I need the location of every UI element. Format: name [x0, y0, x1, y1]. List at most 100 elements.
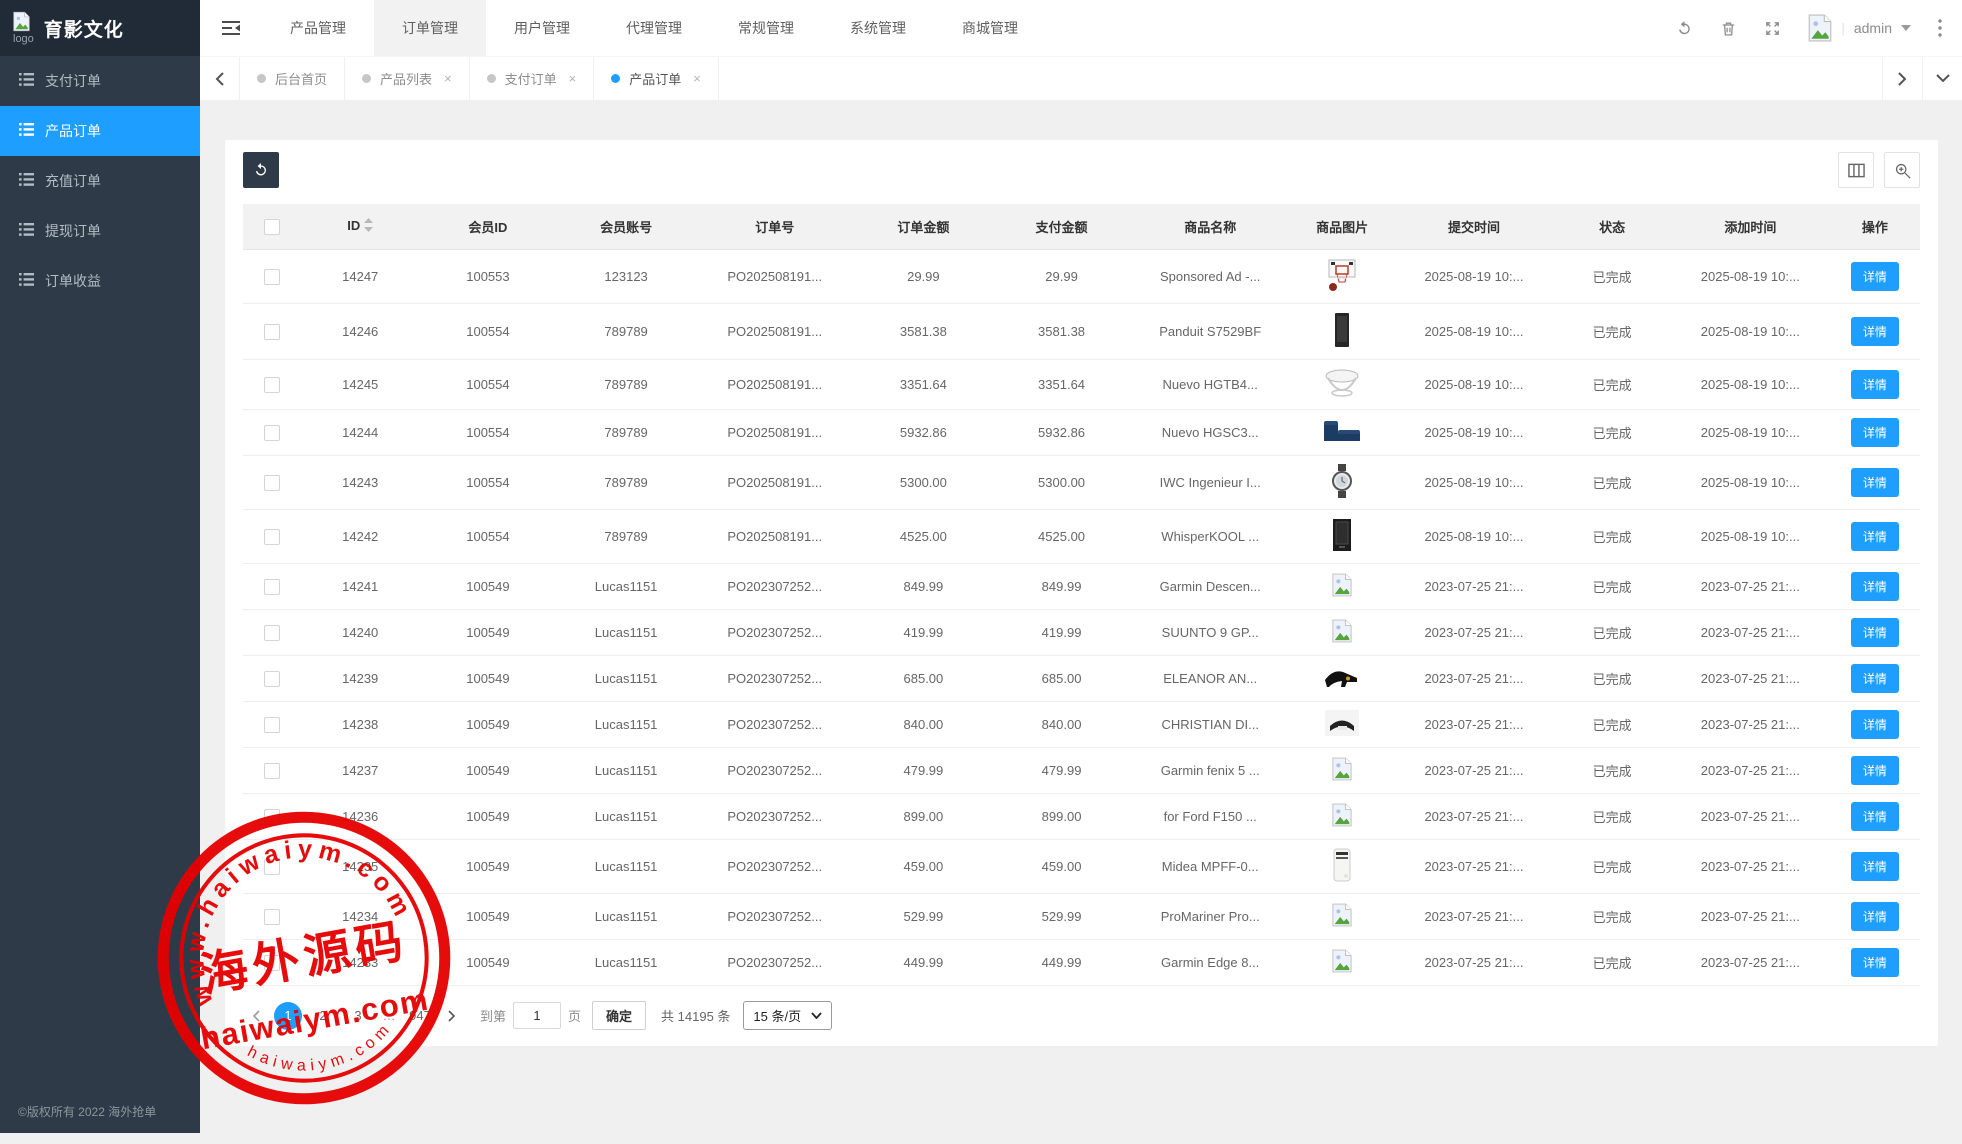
page-button[interactable]: 3 — [344, 1002, 372, 1030]
detail-button[interactable]: 详情 — [1851, 902, 1899, 931]
order-id-cell: 14242 — [302, 510, 419, 564]
product-image — [1325, 710, 1359, 736]
nav-item[interactable]: 订单管理 — [374, 0, 486, 56]
detail-button[interactable]: 详情 — [1851, 852, 1899, 881]
nav-item[interactable]: 常规管理 — [710, 0, 822, 56]
search-zoom-icon[interactable] — [1884, 152, 1920, 188]
detail-button[interactable]: 详情 — [1851, 572, 1899, 601]
orders-card: ID会员ID会员账号订单号订单金额支付金额商品名称商品图片提交时间状态添加时间操… — [225, 140, 1938, 1046]
nav-item[interactable]: 商城管理 — [934, 0, 1046, 56]
table-refresh-button[interactable] — [243, 152, 279, 188]
page-button[interactable]: 2 — [309, 1002, 337, 1030]
sidebar-item[interactable]: 订单收益 — [0, 256, 200, 306]
nav-item[interactable]: 产品管理 — [262, 0, 374, 56]
detail-button[interactable]: 详情 — [1851, 522, 1899, 551]
row-checkbox[interactable] — [264, 475, 280, 491]
paid-amount-cell: 899.00 — [992, 794, 1130, 840]
sidebar-item-label: 产品订单 — [45, 121, 101, 141]
detail-button[interactable]: 详情 — [1851, 468, 1899, 497]
sidebar-item[interactable]: 产品订单 — [0, 106, 200, 156]
product-image — [1331, 464, 1353, 498]
detail-button[interactable]: 详情 — [1851, 664, 1899, 693]
paid-amount-cell: 529.99 — [992, 894, 1130, 940]
row-checkbox[interactable] — [264, 859, 280, 875]
detail-button[interactable]: 详情 — [1851, 262, 1899, 291]
row-checkbox[interactable] — [264, 671, 280, 687]
sort-icon[interactable] — [364, 220, 373, 235]
product-image-cell — [1290, 656, 1395, 702]
product-image — [1324, 368, 1360, 398]
trash-icon[interactable] — [1720, 20, 1737, 37]
action-cell: 详情 — [1830, 610, 1920, 656]
detail-button[interactable]: 详情 — [1851, 756, 1899, 785]
nav-item[interactable]: 系统管理 — [822, 0, 934, 56]
tabs-scroll-left[interactable] — [200, 57, 240, 100]
page-button[interactable]: 1 — [274, 1002, 302, 1030]
product-name-cell: Panduit S7529BF — [1131, 304, 1290, 360]
fullscreen-icon[interactable] — [1764, 20, 1781, 37]
detail-button[interactable]: 详情 — [1851, 317, 1899, 346]
nav-item[interactable]: 代理管理 — [598, 0, 710, 56]
product-image — [1332, 312, 1352, 348]
submit-time-cell: 2025-08-19 10:... — [1394, 250, 1553, 304]
row-checkbox[interactable] — [264, 717, 280, 733]
detail-button[interactable]: 详情 — [1851, 418, 1899, 447]
page-button[interactable]: 947 — [406, 1002, 434, 1030]
tab[interactable]: 产品列表× — [345, 57, 470, 100]
added-time-cell: 2023-07-25 21:... — [1671, 564, 1830, 610]
column-header: 订单号 — [695, 204, 854, 250]
tab[interactable]: 后台首页 — [240, 57, 345, 100]
column-header-label: 提交时间 — [1448, 220, 1500, 235]
added-time-cell: 2023-07-25 21:... — [1671, 940, 1830, 986]
tabs-scroll-right[interactable] — [1882, 57, 1922, 100]
row-checkbox[interactable] — [264, 425, 280, 441]
detail-button[interactable]: 详情 — [1851, 948, 1899, 977]
table-row: 14240100549Lucas1151PO202307252...419.99… — [243, 610, 1920, 656]
detail-button[interactable]: 详情 — [1851, 710, 1899, 739]
order-amount-cell: 459.00 — [854, 840, 992, 894]
detail-button[interactable]: 详情 — [1851, 802, 1899, 831]
row-checkbox[interactable] — [264, 529, 280, 545]
row-checkbox[interactable] — [264, 377, 280, 393]
row-checkbox[interactable] — [264, 763, 280, 779]
per-page-value: 15 条/页 — [753, 1006, 801, 1025]
per-page-select[interactable]: 15 条/页 — [743, 1001, 832, 1030]
detail-button[interactable]: 详情 — [1851, 618, 1899, 647]
order-amount-cell: 840.00 — [854, 702, 992, 748]
tab-close-icon[interactable]: × — [569, 71, 577, 86]
row-checkbox[interactable] — [264, 324, 280, 340]
tab-close-icon[interactable]: × — [444, 71, 452, 86]
order-amount-cell: 419.99 — [854, 610, 992, 656]
sidebar-collapse-icon[interactable] — [200, 0, 262, 56]
more-options-icon[interactable] — [1938, 19, 1942, 37]
select-all-checkbox[interactable] — [264, 219, 280, 235]
refresh-icon[interactable] — [1676, 20, 1693, 37]
detail-button[interactable]: 详情 — [1851, 370, 1899, 399]
tab[interactable]: 支付订单× — [470, 57, 595, 100]
paid-amount-cell: 3581.38 — [992, 304, 1130, 360]
order-amount-cell: 479.99 — [854, 748, 992, 794]
goto-page-input[interactable] — [513, 1002, 561, 1029]
column-header: 提交时间 — [1394, 204, 1553, 250]
tab-close-icon[interactable]: × — [693, 71, 701, 86]
nav-item[interactable]: 用户管理 — [486, 0, 598, 56]
pagination-prev-icon[interactable] — [245, 1002, 267, 1030]
sidebar-item[interactable]: 充值订单 — [0, 156, 200, 206]
column-header: 操作 — [1830, 204, 1920, 250]
tab[interactable]: 产品订单× — [594, 57, 719, 100]
row-checkbox[interactable] — [264, 955, 280, 971]
row-checkbox[interactable] — [264, 269, 280, 285]
order-no-cell: PO202508191... — [695, 410, 854, 456]
row-checkbox[interactable] — [264, 625, 280, 641]
user-menu[interactable]: | admin — [1808, 14, 1911, 42]
sidebar-item[interactable]: 提现订单 — [0, 206, 200, 256]
sidebar-item[interactable]: 支付订单 — [0, 56, 200, 106]
goto-confirm-button[interactable]: 确定 — [592, 1001, 646, 1030]
row-checkbox[interactable] — [264, 809, 280, 825]
pagination-next-icon[interactable] — [441, 1002, 463, 1030]
row-checkbox[interactable] — [264, 909, 280, 925]
columns-toggle-icon[interactable] — [1838, 152, 1874, 188]
row-select-cell — [243, 360, 302, 410]
row-checkbox[interactable] — [264, 579, 280, 595]
tabs-menu-chevron[interactable] — [1922, 57, 1962, 100]
